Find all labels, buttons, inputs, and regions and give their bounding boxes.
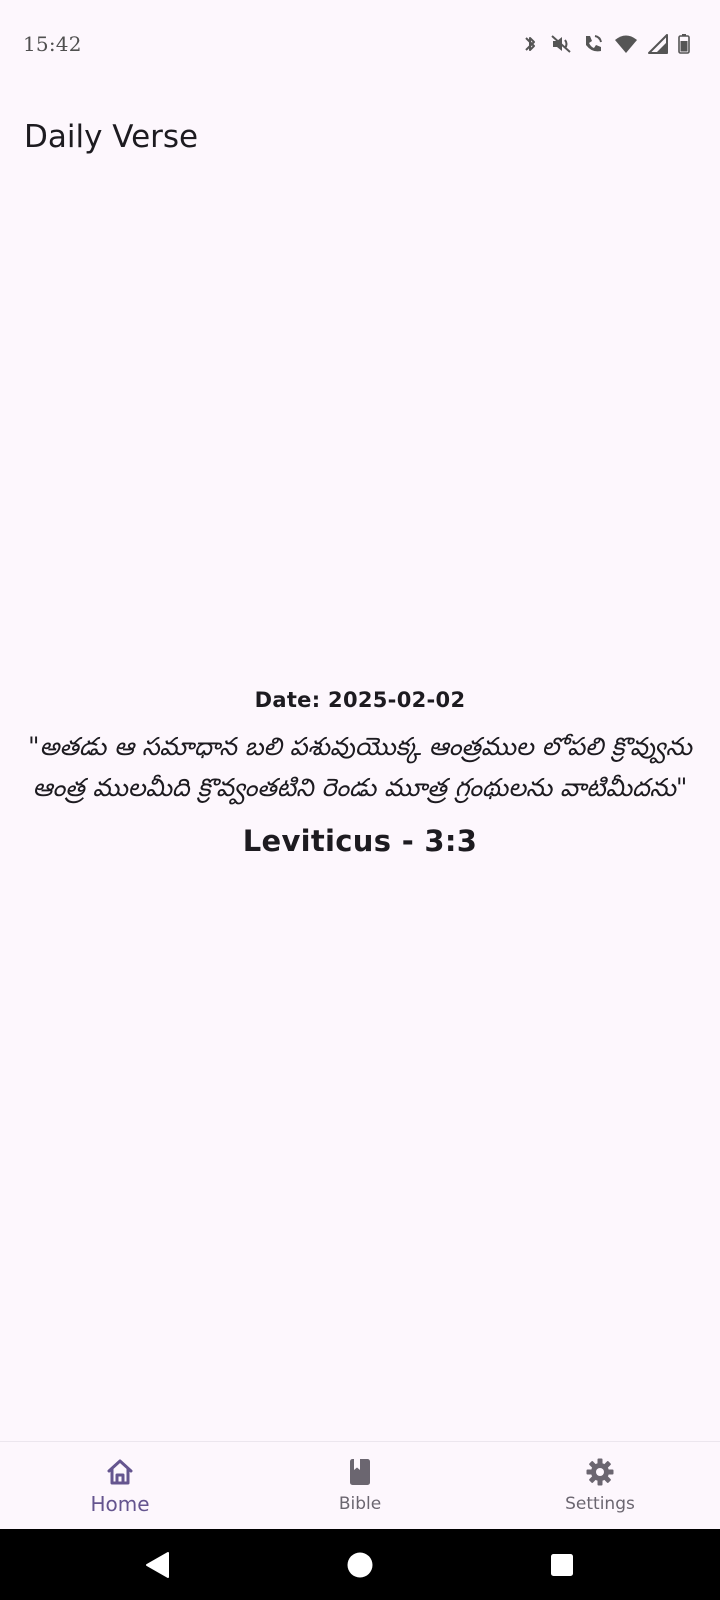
nav-item-home[interactable]: Home: [0, 1442, 240, 1530]
nav-label-home: Home: [90, 1492, 150, 1516]
bottom-navigation: Home Bible Settings: [0, 1441, 720, 1530]
mute-icon: [551, 35, 571, 53]
square-recents-icon: [551, 1553, 573, 1576]
status-time: 15:42: [23, 32, 82, 56]
system-navigation-bar: [0, 1529, 720, 1600]
gear-icon: [584, 1456, 616, 1488]
bluetooth-icon: [525, 37, 535, 51]
nav-label-settings: Settings: [565, 1494, 635, 1514]
status-bar: 15:42: [0, 0, 720, 88]
back-icon: [146, 1551, 169, 1578]
nav-item-bible[interactable]: Bible: [240, 1442, 480, 1530]
nav-label-bible: Bible: [338, 1494, 382, 1514]
verse-text: "అతడు ఆ సమాధాన బలి పశువుయొక్క ఆంత్రముల ల…: [28, 732, 692, 802]
book-icon: [344, 1456, 376, 1488]
back-button[interactable]: [117, 1529, 197, 1600]
page-title: Daily Verse: [24, 118, 199, 155]
app-bar: Daily Verse: [0, 88, 720, 155]
status-icons: [520, 33, 690, 55]
nav-item-settings[interactable]: Settings: [480, 1442, 720, 1530]
home-icon: [104, 1456, 136, 1488]
verse-reference: Leviticus - 3:3: [242, 824, 478, 858]
recents-button[interactable]: [522, 1529, 602, 1600]
home-system-button[interactable]: [320, 1529, 400, 1600]
wifi-calling-icon: [586, 35, 602, 52]
battery-icon: [678, 34, 690, 54]
verse-date: Date: 2025-02-02: [254, 688, 466, 712]
daily-verse-card: Date: 2025-02-02 "అతడు ఆ సమాధాన బలి పశువ…: [0, 670, 720, 858]
signal-icon: [648, 34, 668, 54]
wifi-icon: [615, 35, 637, 53]
circle-home-icon: [347, 1552, 373, 1577]
